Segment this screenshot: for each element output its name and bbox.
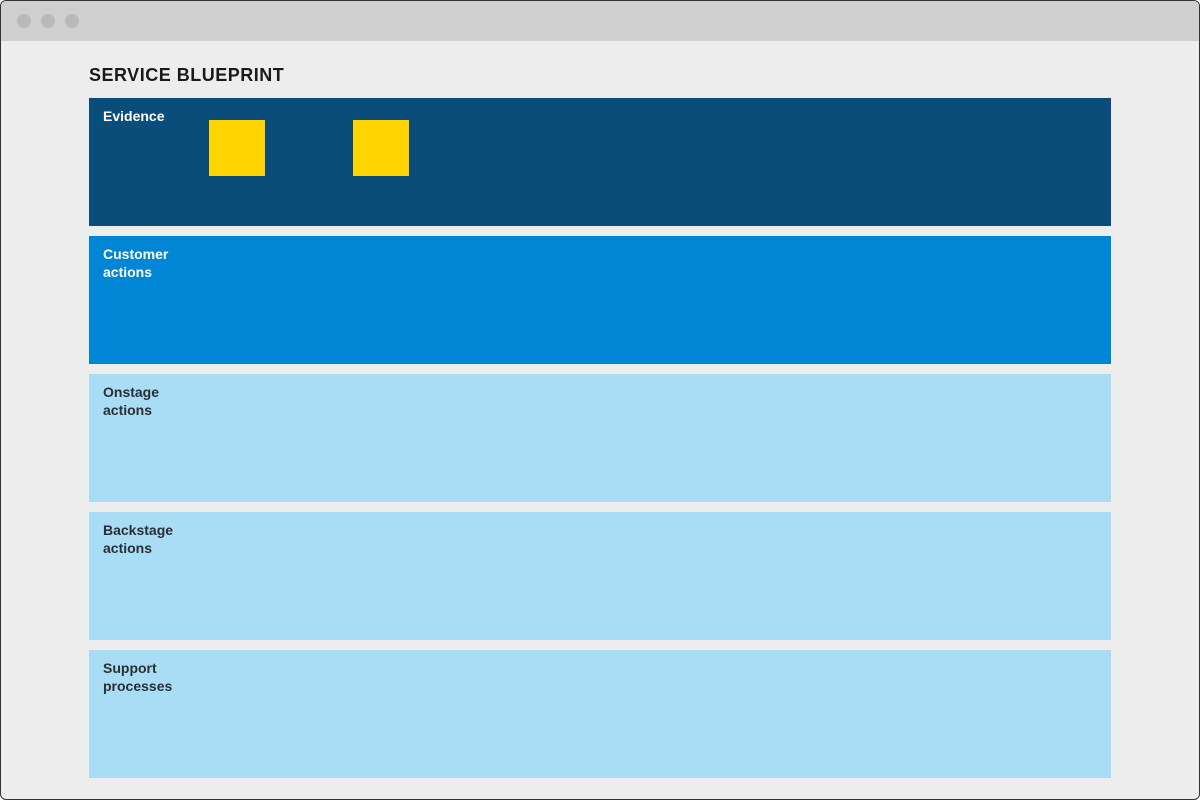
window-close-icon[interactable] [17, 14, 31, 28]
blueprint-lanes: Evidence Customer actions Onstage action… [89, 98, 1111, 778]
page-title: SERVICE BLUEPRINT [89, 65, 1111, 86]
browser-window: SERVICE BLUEPRINT Evidence Customer acti… [0, 0, 1200, 800]
lane-evidence[interactable]: Evidence [89, 98, 1111, 226]
lane-customer-actions[interactable]: Customer actions [89, 236, 1111, 364]
lane-label-onstage: Onstage actions [103, 384, 1097, 419]
lane-onstage-actions[interactable]: Onstage actions [89, 374, 1111, 502]
window-maximize-icon[interactable] [65, 14, 79, 28]
lane-label-backstage: Backstage actions [103, 522, 1097, 557]
sticky-note[interactable] [209, 120, 265, 176]
lane-backstage-actions[interactable]: Backstage actions [89, 512, 1111, 640]
sticky-note[interactable] [353, 120, 409, 176]
titlebar [1, 1, 1199, 41]
lane-label-support: Support processes [103, 660, 1097, 695]
lane-support-processes[interactable]: Support processes [89, 650, 1111, 778]
lane-label-customer: Customer actions [103, 246, 1097, 281]
sticky-row [209, 120, 409, 176]
window-minimize-icon[interactable] [41, 14, 55, 28]
diagram-canvas[interactable]: SERVICE BLUEPRINT Evidence Customer acti… [1, 41, 1199, 799]
